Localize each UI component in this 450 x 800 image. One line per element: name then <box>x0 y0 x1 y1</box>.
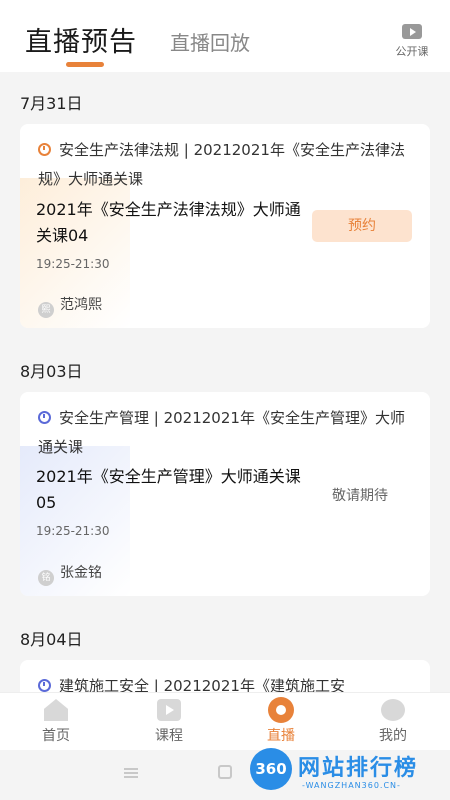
play-icon <box>157 699 181 721</box>
avatar: 铭 <box>38 570 54 586</box>
tab-label: 我的 <box>379 728 407 744</box>
tab-label: 课程 <box>155 728 183 744</box>
date-heading: 8月03日 <box>20 362 83 381</box>
live-time: 19:25-21:30 <box>36 524 110 538</box>
open-class-label: 公开课 <box>395 45 429 58</box>
teacher: 熙范鸿熙 <box>38 294 102 318</box>
bottom-tab-bar: 首页 课程 直播 我的 <box>0 692 450 750</box>
brand-logo: 360 <box>250 748 292 790</box>
lesson-title: 2021年《安全生产管理》大师通关课05 <box>36 467 301 512</box>
tab-live-preview[interactable]: 直播预告 <box>25 20 137 59</box>
teacher: 铭张金铭 <box>38 562 102 586</box>
date-heading: 7月31日 <box>20 94 83 113</box>
lesson-title: 2021年《安全生产法律法规》大师通关课04 <box>36 200 301 245</box>
open-class-button[interactable]: 公开课 <box>390 24 434 59</box>
active-tab-indicator <box>66 62 104 67</box>
user-icon <box>381 699 405 721</box>
brand-url: -WANGZHAN360.CN- <box>302 781 401 790</box>
live-time: 19:25-21:30 <box>36 257 110 271</box>
date-heading: 8月04日 <box>20 630 83 649</box>
tab-home[interactable]: 首页 <box>16 699 96 745</box>
live-card[interactable]: 安全生产法律法规 | 20212021年《安全生产法律法规》大师通关课 2021… <box>20 124 430 328</box>
clock-icon <box>38 411 51 424</box>
live-card[interactable]: 安全生产管理 | 20212021年《安全生产管理》大师通关课 2021年《安全… <box>20 392 430 596</box>
clock-icon <box>38 143 51 156</box>
live-icon <box>268 697 294 723</box>
tab-label: 首页 <box>42 728 70 744</box>
video-icon <box>402 24 422 39</box>
menu-icon[interactable] <box>124 768 138 778</box>
reserve-button[interactable]: 预约 <box>312 210 412 242</box>
brand-name: 网站排行榜 <box>298 756 419 781</box>
home-icon <box>44 699 68 721</box>
tab-course[interactable]: 课程 <box>129 699 209 745</box>
course-title: 安全生产管理 | 20212021年《安全生产管理》大师通关课 <box>38 409 405 456</box>
tab-mine[interactable]: 我的 <box>353 699 433 745</box>
brand-watermark: 360 网站排行榜 -WANGZHAN360.CN- <box>250 748 446 798</box>
home-square-icon[interactable] <box>218 765 232 779</box>
course-title: 安全生产法律法规 | 20212021年《安全生产法律法规》大师通关课 <box>38 141 405 188</box>
coming-soon-label: 敬请期待 <box>332 488 388 504</box>
clock-icon <box>38 679 51 692</box>
top-header: 直播预告 直播回放 公开课 <box>0 0 450 72</box>
tab-label: 直播 <box>267 728 295 744</box>
avatar: 熙 <box>38 302 54 318</box>
tab-live-replay[interactable]: 直播回放 <box>170 27 250 56</box>
tab-live[interactable]: 直播 <box>241 697 321 745</box>
